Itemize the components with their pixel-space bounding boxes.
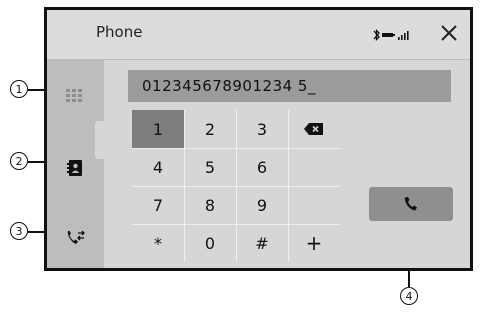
sidebar-item-call-history[interactable] bbox=[64, 228, 86, 248]
close-icon bbox=[441, 25, 457, 41]
key-8[interactable]: 8 bbox=[184, 186, 236, 224]
call-button[interactable] bbox=[369, 187, 453, 221]
status-icons bbox=[372, 27, 416, 42]
callout-4: 4 bbox=[400, 287, 418, 305]
key-1[interactable]: 1 bbox=[132, 110, 184, 148]
call-history-icon bbox=[67, 230, 85, 244]
key-6[interactable]: 6 bbox=[236, 148, 288, 186]
phone-call-icon bbox=[404, 197, 417, 211]
key-0[interactable]: 0 bbox=[184, 224, 236, 262]
key-2[interactable]: 2 bbox=[184, 110, 236, 148]
bluetooth-signal-icon bbox=[373, 28, 409, 42]
sidebar-active-tab-indicator bbox=[95, 121, 104, 159]
close-button[interactable] bbox=[437, 21, 461, 45]
page-title: Phone bbox=[96, 23, 143, 41]
dialer-panel: 012345678901234 5_ 1 2 3 4 5 6 7 8 9 * 0… bbox=[104, 60, 470, 268]
key-4[interactable]: 4 bbox=[132, 148, 184, 186]
contacts-icon bbox=[67, 160, 82, 176]
key-hash[interactable]: # bbox=[236, 224, 288, 262]
sidebar-item-contacts[interactable] bbox=[64, 158, 86, 178]
key-9[interactable]: 9 bbox=[236, 186, 288, 224]
title-bar: Phone bbox=[47, 10, 470, 60]
callout-3: 3 bbox=[10, 222, 28, 240]
dialed-number-field[interactable]: 012345678901234 5_ bbox=[128, 70, 451, 102]
key-star[interactable]: * bbox=[132, 224, 184, 262]
key-3[interactable]: 3 bbox=[236, 110, 288, 148]
key-plus[interactable]: + bbox=[288, 224, 340, 262]
backspace-icon bbox=[304, 123, 323, 135]
key-5[interactable]: 5 bbox=[184, 148, 236, 186]
sidebar-item-dialpad[interactable] bbox=[64, 86, 86, 106]
backspace-button[interactable] bbox=[288, 110, 340, 148]
callout-2: 2 bbox=[10, 152, 28, 170]
sidebar bbox=[47, 60, 104, 268]
dialpad-icon bbox=[66, 89, 82, 102]
phone-screen: Phone 012345678901234 5_ 1 2 3 4 5 6 7 8… bbox=[44, 7, 473, 271]
key-7[interactable]: 7 bbox=[132, 186, 184, 224]
callout-1: 1 bbox=[10, 80, 28, 98]
